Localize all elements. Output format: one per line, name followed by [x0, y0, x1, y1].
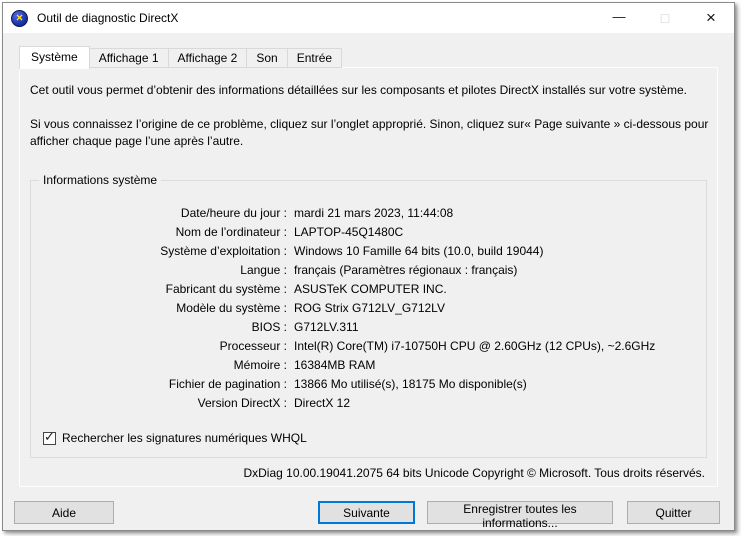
- info-row: Modèle du système : ROG Strix G712LV_G71…: [31, 298, 706, 317]
- info-row-value: Intel(R) Core(TM) i7-10750H CPU @ 2.60GH…: [294, 338, 656, 353]
- info-row-value: ASUSTeK COMPUTER INC.: [294, 281, 447, 296]
- caption-buttons: — □ ×: [596, 3, 734, 33]
- info-row: Langue : français (Paramètres régionaux …: [31, 260, 706, 279]
- info-row: Système d’exploitation : Windows 10 Fami…: [31, 241, 706, 260]
- dxdiag-icon-x-glyph: ×: [15, 10, 23, 25]
- intro-paragraph-1: Cet outil vous permet d’obtenir des info…: [30, 83, 687, 97]
- close-icon[interactable]: ×: [688, 3, 734, 33]
- help-button[interactable]: Aide: [14, 501, 114, 524]
- info-row-label: Version DirectX :: [197, 395, 287, 410]
- info-row-value: 16384MB RAM: [294, 357, 376, 372]
- tab-affichage-1[interactable]: Affichage 1: [88, 48, 169, 68]
- dxdiag-window: × Outil de diagnostic DirectX — □ × Syst…: [2, 2, 735, 531]
- info-row-label: Mémoire :: [233, 357, 287, 372]
- info-row: BIOS : G712LV.311: [31, 317, 706, 336]
- info-row: Fabricant du système : ASUSTeK COMPUTER …: [31, 279, 706, 298]
- info-row-label: Fichier de pagination :: [168, 376, 287, 391]
- info-row-value: G712LV.311: [294, 319, 359, 334]
- tab-son[interactable]: Son: [246, 48, 288, 68]
- checkmark-icon: ✓: [44, 429, 55, 444]
- info-row: Processeur : Intel(R) Core(TM) i7-10750H…: [31, 336, 706, 355]
- groupbox-title: Informations système: [39, 173, 162, 187]
- info-row-label: Fabricant du système :: [165, 281, 287, 296]
- dialog-body: Système Affichage 1 Affichage 2 Son Entr…: [3, 33, 734, 530]
- intro-paragraph-2: Si vous connaissez l’origine de ce probl…: [30, 117, 709, 148]
- info-row-value: mardi 21 mars 2023, 11:44:08: [294, 205, 454, 220]
- system-info-rows: Date/heure du jour : mardi 21 mars 2023,…: [31, 181, 706, 412]
- dxdiag-app-icon: ×: [11, 9, 28, 27]
- minimize-icon[interactable]: —: [596, 3, 642, 33]
- quit-button[interactable]: Quitter: [627, 501, 720, 524]
- whql-checkbox-label: Rechercher les signatures numériques WHQ…: [62, 431, 307, 445]
- info-row-label: Date/heure du jour :: [180, 205, 287, 220]
- info-row-label: Modèle du système :: [176, 300, 287, 315]
- info-row-label: Système d’exploitation :: [160, 243, 287, 258]
- next-button[interactable]: Suivante: [318, 501, 415, 524]
- title-bar: × Outil de diagnostic DirectX — □ ×: [3, 3, 734, 33]
- tab-panel-systeme: Cet outil vous permet d’obtenir des info…: [19, 67, 718, 487]
- info-row: Nom de l’ordinateur : LAPTOP-45Q1480C: [31, 222, 706, 241]
- info-row: Date/heure du jour : mardi 21 mars 2023,…: [31, 203, 706, 222]
- info-row-value: français (Paramètres régionaux : françai…: [294, 262, 518, 277]
- info-row: Fichier de pagination : 13866 Mo utilisé…: [31, 374, 706, 393]
- info-row-label: Nom de l’ordinateur :: [175, 224, 287, 239]
- whql-checkbox[interactable]: ✓ Rechercher les signatures numériques W…: [43, 429, 307, 445]
- info-row: Mémoire : 16384MB RAM: [31, 355, 706, 374]
- system-info-groupbox: Informations système Date/heure du jour …: [30, 173, 707, 458]
- tab-bar: Système Affichage 1 Affichage 2 Son Entr…: [19, 45, 343, 69]
- tab-systeme[interactable]: Système: [19, 46, 90, 69]
- info-row-label: Processeur :: [219, 338, 287, 353]
- checkbox-icon[interactable]: ✓: [43, 429, 56, 445]
- save-all-info-button[interactable]: Enregistrer toutes les informations...: [427, 501, 613, 530]
- info-row: Version DirectX : DirectX 12: [31, 393, 706, 412]
- info-row-value: DirectX 12: [294, 395, 351, 410]
- info-row-value: 13866 Mo utilisé(s), 18175 Mo disponible…: [294, 376, 527, 391]
- info-row-label: Langue :: [240, 262, 287, 277]
- window-title: Outil de diagnostic DirectX: [37, 11, 179, 25]
- info-row-value: ROG Strix G712LV_G712LV: [294, 300, 445, 315]
- info-row-value: LAPTOP-45Q1480C: [294, 224, 404, 239]
- copyright-note: DxDiag 10.00.19041.2075 64 bits Unicode …: [243, 466, 705, 480]
- maximize-icon: □: [660, 10, 670, 26]
- tab-affichage-2[interactable]: Affichage 2: [167, 48, 248, 68]
- info-row-value: Windows 10 Famille 64 bits (10.0, build …: [294, 243, 544, 258]
- info-row-label: BIOS :: [251, 319, 287, 334]
- tab-entree[interactable]: Entrée: [286, 48, 343, 68]
